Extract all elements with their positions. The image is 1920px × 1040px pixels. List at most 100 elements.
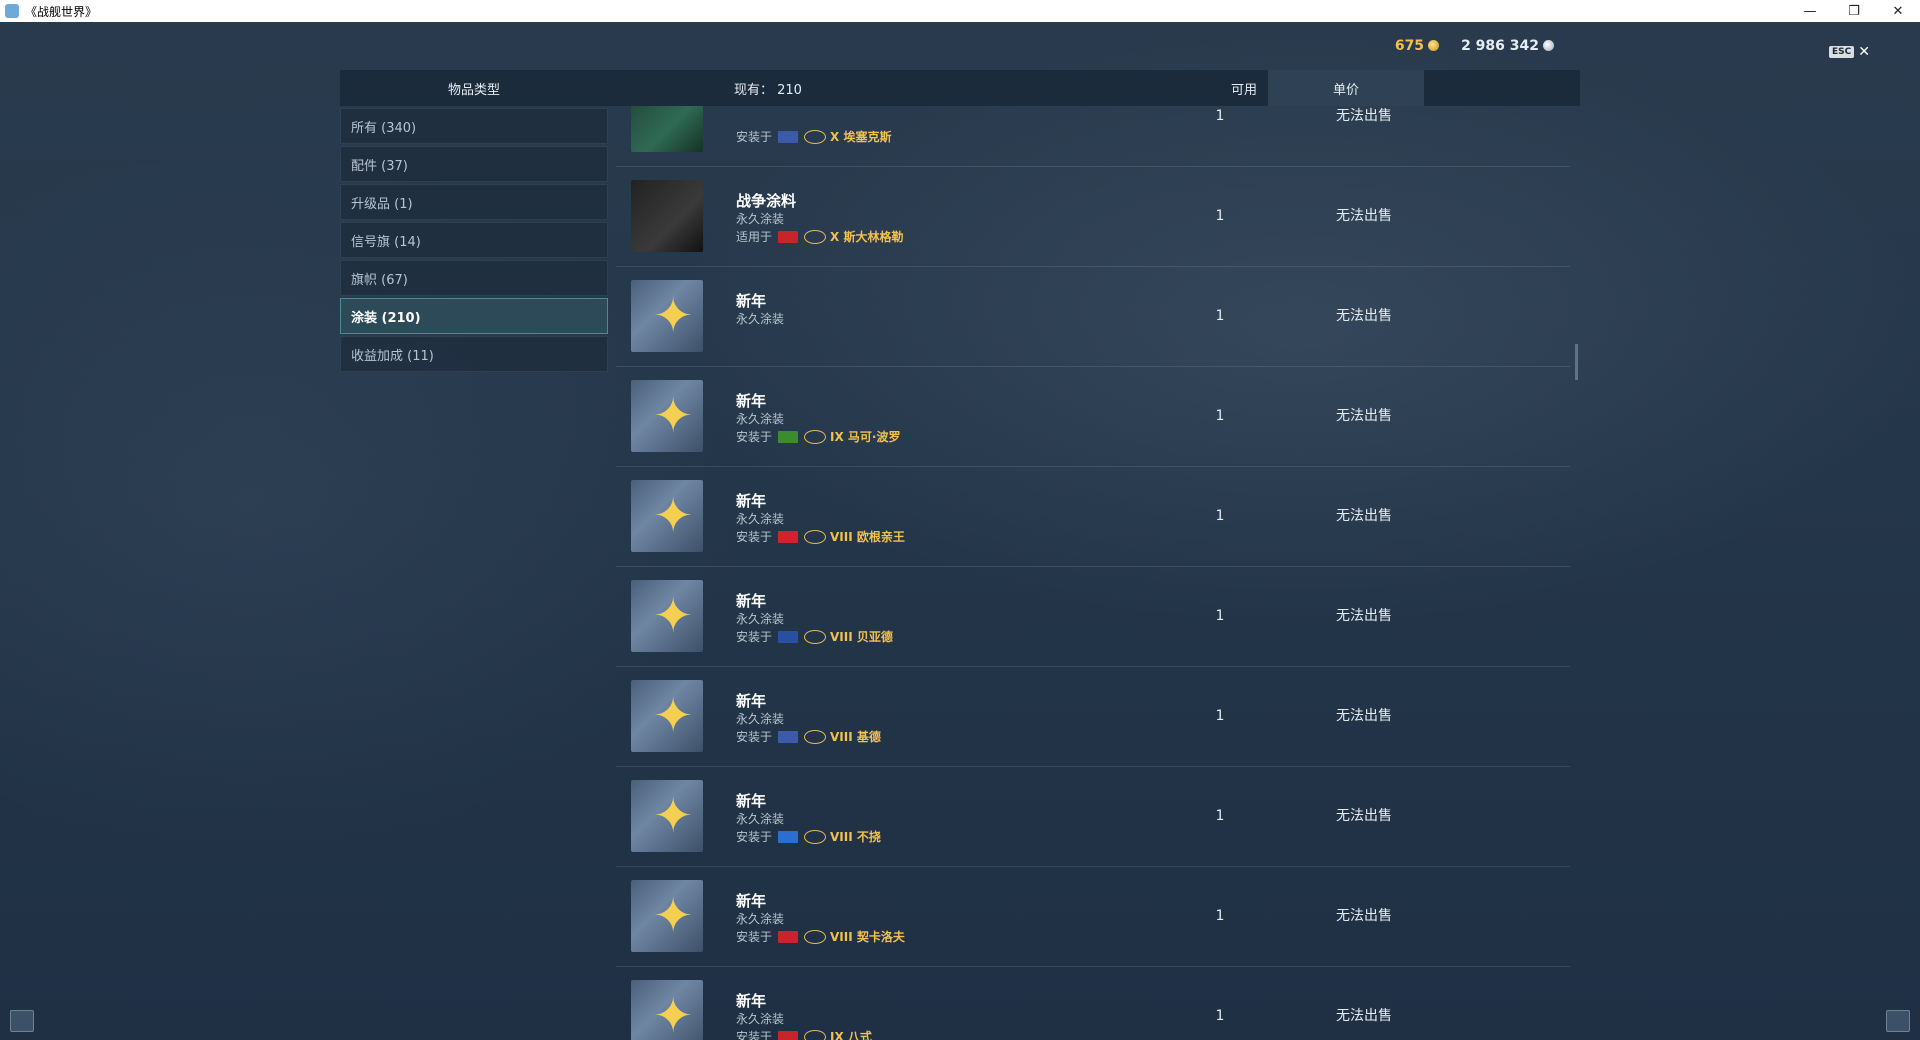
category-all[interactable]: 所有 (340): [340, 108, 608, 144]
installed-label: 安装于: [736, 1030, 773, 1040]
available-count: 1: [1215, 308, 1225, 324]
credit-icon: [1543, 40, 1554, 51]
ship-name: VIII 契卡洛夫: [830, 930, 905, 944]
item-name: 新年: [736, 992, 767, 1010]
star-icon: ✦: [653, 988, 694, 1040]
star-icon: ✦: [653, 688, 694, 744]
item-row[interactable]: 战争涂料 永久涂装 适用于 X 斯大林格勒 1 无法出售: [616, 166, 1570, 267]
star-icon: ✦: [653, 588, 694, 644]
ship-name: IX 马可·波罗: [830, 430, 901, 444]
available-count: 1: [1215, 808, 1225, 824]
item-list: 安装于 X 埃塞克斯 1 无法出售 战争涂料 永久涂装 适用于 X 斯大林格勒 1 无法出售 ✦ 新年…: [616, 106, 1570, 1040]
category-camouflage[interactable]: 涂装 (210): [340, 298, 608, 334]
camouflage-thumbnail: ✦: [631, 280, 703, 352]
nation-flag-icon: [778, 430, 799, 443]
ship-class-icon: [804, 529, 827, 544]
price-column-header[interactable]: 单价: [1268, 70, 1424, 106]
window-titlebar: 《战舰世界》 — ❐ ✕: [0, 0, 1920, 22]
ship-class-icon: [804, 929, 827, 944]
category-economic-bonuses[interactable]: 收益加成 (11): [340, 336, 608, 372]
unit-price: 无法出售: [1336, 208, 1392, 224]
unit-price: 无法出售: [1336, 608, 1392, 624]
star-icon: ✦: [653, 888, 694, 944]
item-row[interactable]: ✦ 新年 永久涂装 安装于 VIII 基德 1 无法出售: [616, 666, 1570, 767]
unit-price: 无法出售: [1336, 908, 1392, 924]
ship-class-icon: [804, 729, 827, 744]
item-name: 战争涂料: [736, 192, 797, 210]
star-icon: ✦: [653, 788, 694, 844]
unit-price: 无法出售: [1336, 808, 1392, 824]
installed-label: 安装于: [736, 830, 773, 844]
item-row[interactable]: 安装于 X 埃塞克斯 1 无法出售: [616, 106, 1570, 167]
doubloon-icon: [1428, 40, 1440, 51]
ship-class-icon: [804, 829, 827, 844]
available-count: 1: [1215, 108, 1225, 124]
installed-on: 安装于 VIII 贝亚德: [736, 628, 893, 645]
item-name: 新年: [736, 292, 767, 310]
item-name: 新年: [736, 592, 767, 610]
nation-flag-icon: [778, 230, 799, 243]
unit-price: 无法出售: [1336, 508, 1392, 524]
camouflage-thumbnail: [631, 180, 703, 252]
nation-flag-icon: [778, 930, 799, 943]
item-subtitle: 永久涂装: [736, 612, 785, 626]
available-count: 1: [1215, 508, 1225, 524]
ship-name: IX 八式: [830, 1030, 872, 1040]
installed-on: 安装于 IX 八式: [736, 1028, 872, 1040]
item-subtitle: 永久涂装: [736, 312, 785, 326]
star-icon: ✦: [653, 288, 694, 344]
item-subtitle: 永久涂装: [736, 512, 785, 526]
notification-bell-icon[interactable]: [1886, 1010, 1910, 1032]
ship-name: VIII 不挠: [830, 830, 881, 844]
camouflage-thumbnail: ✦: [631, 380, 703, 452]
category-flags[interactable]: 旗帜 (67): [340, 260, 608, 296]
inventory-header: 物品类型 现有： 210 可用 单价: [340, 70, 1580, 106]
ship-name: VIII 基德: [830, 730, 881, 744]
chat-icon[interactable]: [10, 1010, 34, 1032]
installed-on: 安装于 VIII 不挠: [736, 828, 881, 845]
restore-icon[interactable]: ❐: [1832, 0, 1876, 22]
installed-label: 安装于: [736, 530, 773, 544]
item-row[interactable]: ✦ 新年 永久涂装 安装于 IX 马可·波罗 1 无法出售: [616, 366, 1570, 467]
installed-on: 安装于 X 埃塞克斯: [736, 128, 891, 145]
minimize-icon[interactable]: —: [1788, 0, 1832, 22]
installed-on: 安装于 IX 马可·波罗: [736, 428, 900, 445]
installed-on: 安装于 VIII 基德: [736, 728, 881, 745]
close-inventory-button[interactable]: ESC ✕: [1829, 44, 1870, 60]
available-count: 1: [1215, 608, 1225, 624]
installed-on: 安装于 VIII 契卡洛夫: [736, 928, 905, 945]
unit-price: 无法出售: [1336, 308, 1392, 324]
item-row[interactable]: ✦ 新年 永久涂装 安装于 VIII 契卡洛夫 1 无法出售: [616, 866, 1570, 967]
camouflage-thumbnail: ✦: [631, 580, 703, 652]
item-row[interactable]: ✦ 新年 永久涂装 安装于 IX 八式 1 无法出售: [616, 966, 1570, 1040]
item-name: 新年: [736, 792, 767, 810]
camouflage-thumbnail: ✦: [631, 880, 703, 952]
app-icon: [5, 4, 19, 18]
ship-class-icon: [804, 629, 827, 644]
item-type-header: 物品类型: [447, 82, 500, 98]
ship-name: VIII 贝亚德: [830, 630, 893, 644]
item-row[interactable]: ✦ 新年永久涂装 1 无法出售: [616, 266, 1570, 367]
item-row[interactable]: ✦ 新年永久涂装安装于 VIII 贝亚德 1 无法出售: [616, 566, 1570, 667]
installed-label: 安装于: [736, 630, 773, 644]
category-modules[interactable]: 配件 (37): [340, 146, 608, 182]
ship-name: X 斯大林格勒: [830, 230, 904, 244]
available-count: 1: [1215, 408, 1225, 424]
ship-class-icon: [804, 129, 827, 144]
item-row[interactable]: ✦ 新年 永久涂装 安装于 VIII 不挠 1 无法出售: [616, 766, 1570, 867]
ship-name: X 埃塞克斯: [830, 130, 892, 144]
credit-balance: 2 986 342: [1461, 38, 1554, 54]
available-count: 1: [1215, 708, 1225, 724]
item-row[interactable]: ✦ 新年 永久涂装 安装于 VIII 欧根亲王 1 无法出售: [616, 466, 1570, 567]
list-scrollbar[interactable]: [1575, 344, 1578, 380]
installed-label: 安装于: [736, 130, 773, 144]
camouflage-thumbnail: ✦: [631, 680, 703, 752]
installed-label: 适用于: [736, 230, 773, 244]
category-signals[interactable]: 信号旗 (14): [340, 222, 608, 258]
close-window-icon[interactable]: ✕: [1876, 0, 1920, 22]
category-upgrades[interactable]: 升级品 (1): [340, 184, 608, 220]
nation-flag-icon: [778, 630, 799, 643]
installed-label: 安装于: [736, 730, 773, 744]
item-name: 新年: [736, 392, 767, 410]
installed-on: 安装于 VIII 欧根亲王: [736, 528, 905, 545]
